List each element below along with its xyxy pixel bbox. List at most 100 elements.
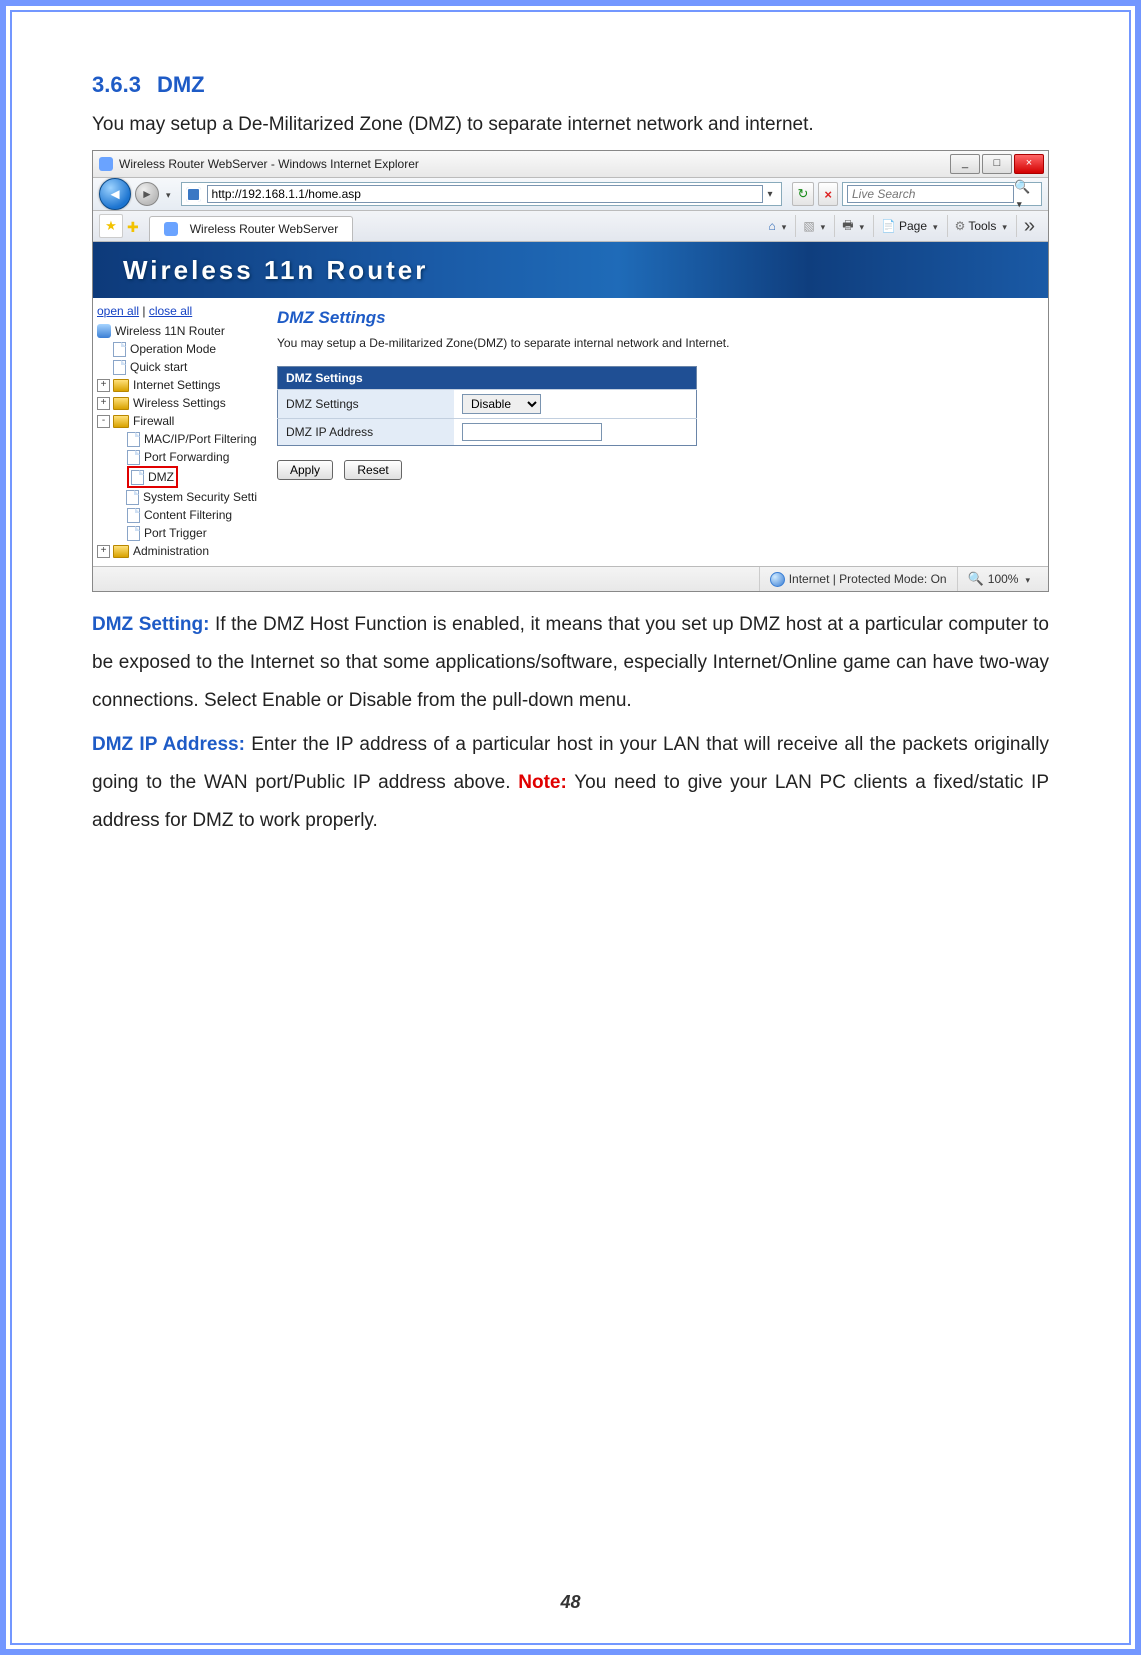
reset-button[interactable]: Reset	[344, 460, 401, 480]
tree-item-internet-settings[interactable]: +Internet Settings	[97, 376, 257, 394]
main-panel: DMZ Settings You may setup a De-militari…	[261, 298, 1048, 566]
doc-icon	[127, 450, 140, 465]
tab-title: Wireless Router WebServer	[190, 222, 339, 236]
collapse-icon[interactable]: -	[97, 415, 110, 428]
ie-status-bar: Internet | Protected Mode: On 🔍 100%	[93, 566, 1048, 591]
doc-icon	[127, 526, 140, 541]
print-icon: 🖶	[842, 216, 853, 237]
tree-item-system-security[interactable]: System Security Setti	[97, 488, 257, 506]
ie-window: Wireless Router WebServer - Windows Inte…	[92, 150, 1049, 592]
status-text: Internet | Protected Mode: On	[789, 572, 947, 586]
ie-nav-bar: ◄ ► ▾ ↻ × 🔍	[93, 178, 1048, 211]
apply-button[interactable]: Apply	[277, 460, 333, 480]
home-button[interactable]: ⌂	[762, 215, 794, 237]
router-banner: Wireless 11n Router	[93, 242, 1048, 298]
zoom-dropdown-icon[interactable]	[1022, 572, 1030, 586]
table-header: DMZ Settings	[278, 367, 697, 390]
heading-number: 3.6.3	[92, 72, 141, 97]
folder-icon	[113, 415, 129, 428]
doc-icon	[113, 360, 126, 375]
status-zone: Internet | Protected Mode: On	[759, 567, 957, 591]
dmz-ip-label: DMZ IP Address:	[92, 734, 245, 755]
dmz-settings-select[interactable]: Disable	[462, 394, 541, 414]
forward-button[interactable]: ►	[135, 182, 159, 206]
address-bar[interactable]: ▾	[181, 182, 782, 206]
tree-item-mac-ip-port-filtering[interactable]: MAC/IP/Port Filtering	[97, 430, 257, 448]
page-menu-label: Page	[899, 219, 927, 233]
note-label: Note:	[518, 772, 567, 793]
zoom-level: 100%	[988, 572, 1019, 586]
table-row: DMZ IP Address	[278, 419, 697, 446]
folder-icon	[113, 397, 129, 410]
page-content: Wireless 11n Router open all | close all…	[93, 242, 1048, 566]
tree-controls: open all | close all	[97, 304, 257, 318]
tools-menu-label: Tools	[968, 219, 996, 233]
tab-favicon-icon	[164, 222, 178, 236]
tree-item-port-trigger[interactable]: Port Trigger	[97, 524, 257, 542]
stop-icon: ×	[824, 187, 832, 202]
tree-item-quick-start[interactable]: Quick start	[97, 358, 257, 376]
tree-item-operation-mode[interactable]: Operation Mode	[97, 340, 257, 358]
zoom-control[interactable]: 🔍 100%	[957, 567, 1040, 591]
form-buttons: Apply Reset	[277, 460, 1032, 480]
more-commands[interactable]: »	[1016, 215, 1042, 237]
doc-icon	[127, 508, 140, 523]
ie-tab-bar: ★ ✚ Wireless Router WebServer ⌂ ▧ 🖶 📄Pag…	[93, 211, 1048, 242]
page-menu[interactable]: 📄Page	[873, 215, 945, 237]
feeds-button[interactable]: ▧	[795, 215, 832, 237]
tree-item-administration[interactable]: +Administration	[97, 542, 257, 560]
search-box[interactable]: 🔍	[842, 182, 1042, 206]
nav-tree: open all | close all Wireless 11N Router…	[93, 298, 261, 566]
dmz-ip-input[interactable]	[462, 423, 602, 441]
doc-icon	[126, 490, 139, 505]
doc-icon	[127, 432, 140, 447]
command-bar: ⌂ ▧ 🖶 📄Page ⚙Tools »	[762, 215, 1042, 237]
dmz-ip-paragraph: DMZ IP Address: Enter the IP address of …	[92, 726, 1049, 840]
section-heading: 3.6.3DMZ	[92, 72, 1049, 98]
page-icon: 📄	[881, 219, 896, 233]
folder-icon	[113, 379, 129, 392]
minimize-button[interactable]: _	[950, 154, 980, 174]
intro-paragraph: You may setup a De-Militarized Zone (DMZ…	[92, 106, 1049, 144]
tree-item-dmz[interactable]: DMZ	[97, 466, 257, 488]
search-input[interactable]	[847, 185, 1014, 203]
page-title: DMZ Settings	[277, 308, 1032, 328]
home-icon: ⌂	[769, 219, 776, 233]
add-favorite-button[interactable]: ✚	[127, 219, 139, 236]
print-button[interactable]: 🖶	[834, 215, 871, 237]
favorites-button[interactable]: ★	[99, 214, 123, 238]
refresh-icon: ↻	[798, 186, 809, 202]
refresh-button[interactable]: ↻	[792, 182, 815, 206]
close-button[interactable]: ×	[1014, 154, 1044, 174]
tree-item-wireless-settings[interactable]: +Wireless Settings	[97, 394, 257, 412]
browser-tab[interactable]: Wireless Router WebServer	[149, 216, 354, 241]
close-all-link[interactable]: close all	[149, 304, 192, 318]
page-description: You may setup a De-militarized Zone(DMZ)…	[277, 336, 1032, 350]
search-icon[interactable]: 🔍	[1014, 179, 1037, 210]
tree-item-firewall[interactable]: -Firewall	[97, 412, 257, 430]
expand-icon[interactable]: +	[97, 545, 110, 558]
tree-root[interactable]: Wireless 11N Router	[97, 322, 257, 340]
address-dropdown-icon[interactable]: ▾	[763, 189, 776, 200]
router-icon	[97, 324, 111, 338]
tree-item-port-forwarding[interactable]: Port Forwarding	[97, 448, 257, 466]
tree-item-content-filtering[interactable]: Content Filtering	[97, 506, 257, 524]
expand-icon[interactable]: +	[97, 397, 110, 410]
dmz-setting-text: If the DMZ Host Function is enabled, it …	[92, 614, 1049, 711]
dmz-setting-paragraph: DMZ Setting: If the DMZ Host Function is…	[92, 606, 1049, 720]
stop-button[interactable]: ×	[818, 182, 838, 206]
open-all-link[interactable]: open all	[97, 304, 139, 318]
dmz-settings-label: DMZ Settings	[278, 390, 455, 419]
nav-history-dropdown[interactable]	[163, 187, 171, 201]
ie-favicon-icon	[99, 157, 113, 171]
address-input[interactable]	[207, 185, 764, 203]
maximize-button[interactable]: □	[982, 154, 1012, 174]
doc-icon	[113, 342, 126, 357]
tools-menu[interactable]: ⚙Tools	[947, 215, 1014, 237]
back-button[interactable]: ◄	[99, 178, 131, 210]
folder-icon	[113, 545, 129, 558]
globe-icon	[770, 572, 785, 587]
expand-icon[interactable]: +	[97, 379, 110, 392]
table-row: DMZ Settings Disable	[278, 390, 697, 419]
zoom-icon: 🔍	[968, 571, 984, 587]
